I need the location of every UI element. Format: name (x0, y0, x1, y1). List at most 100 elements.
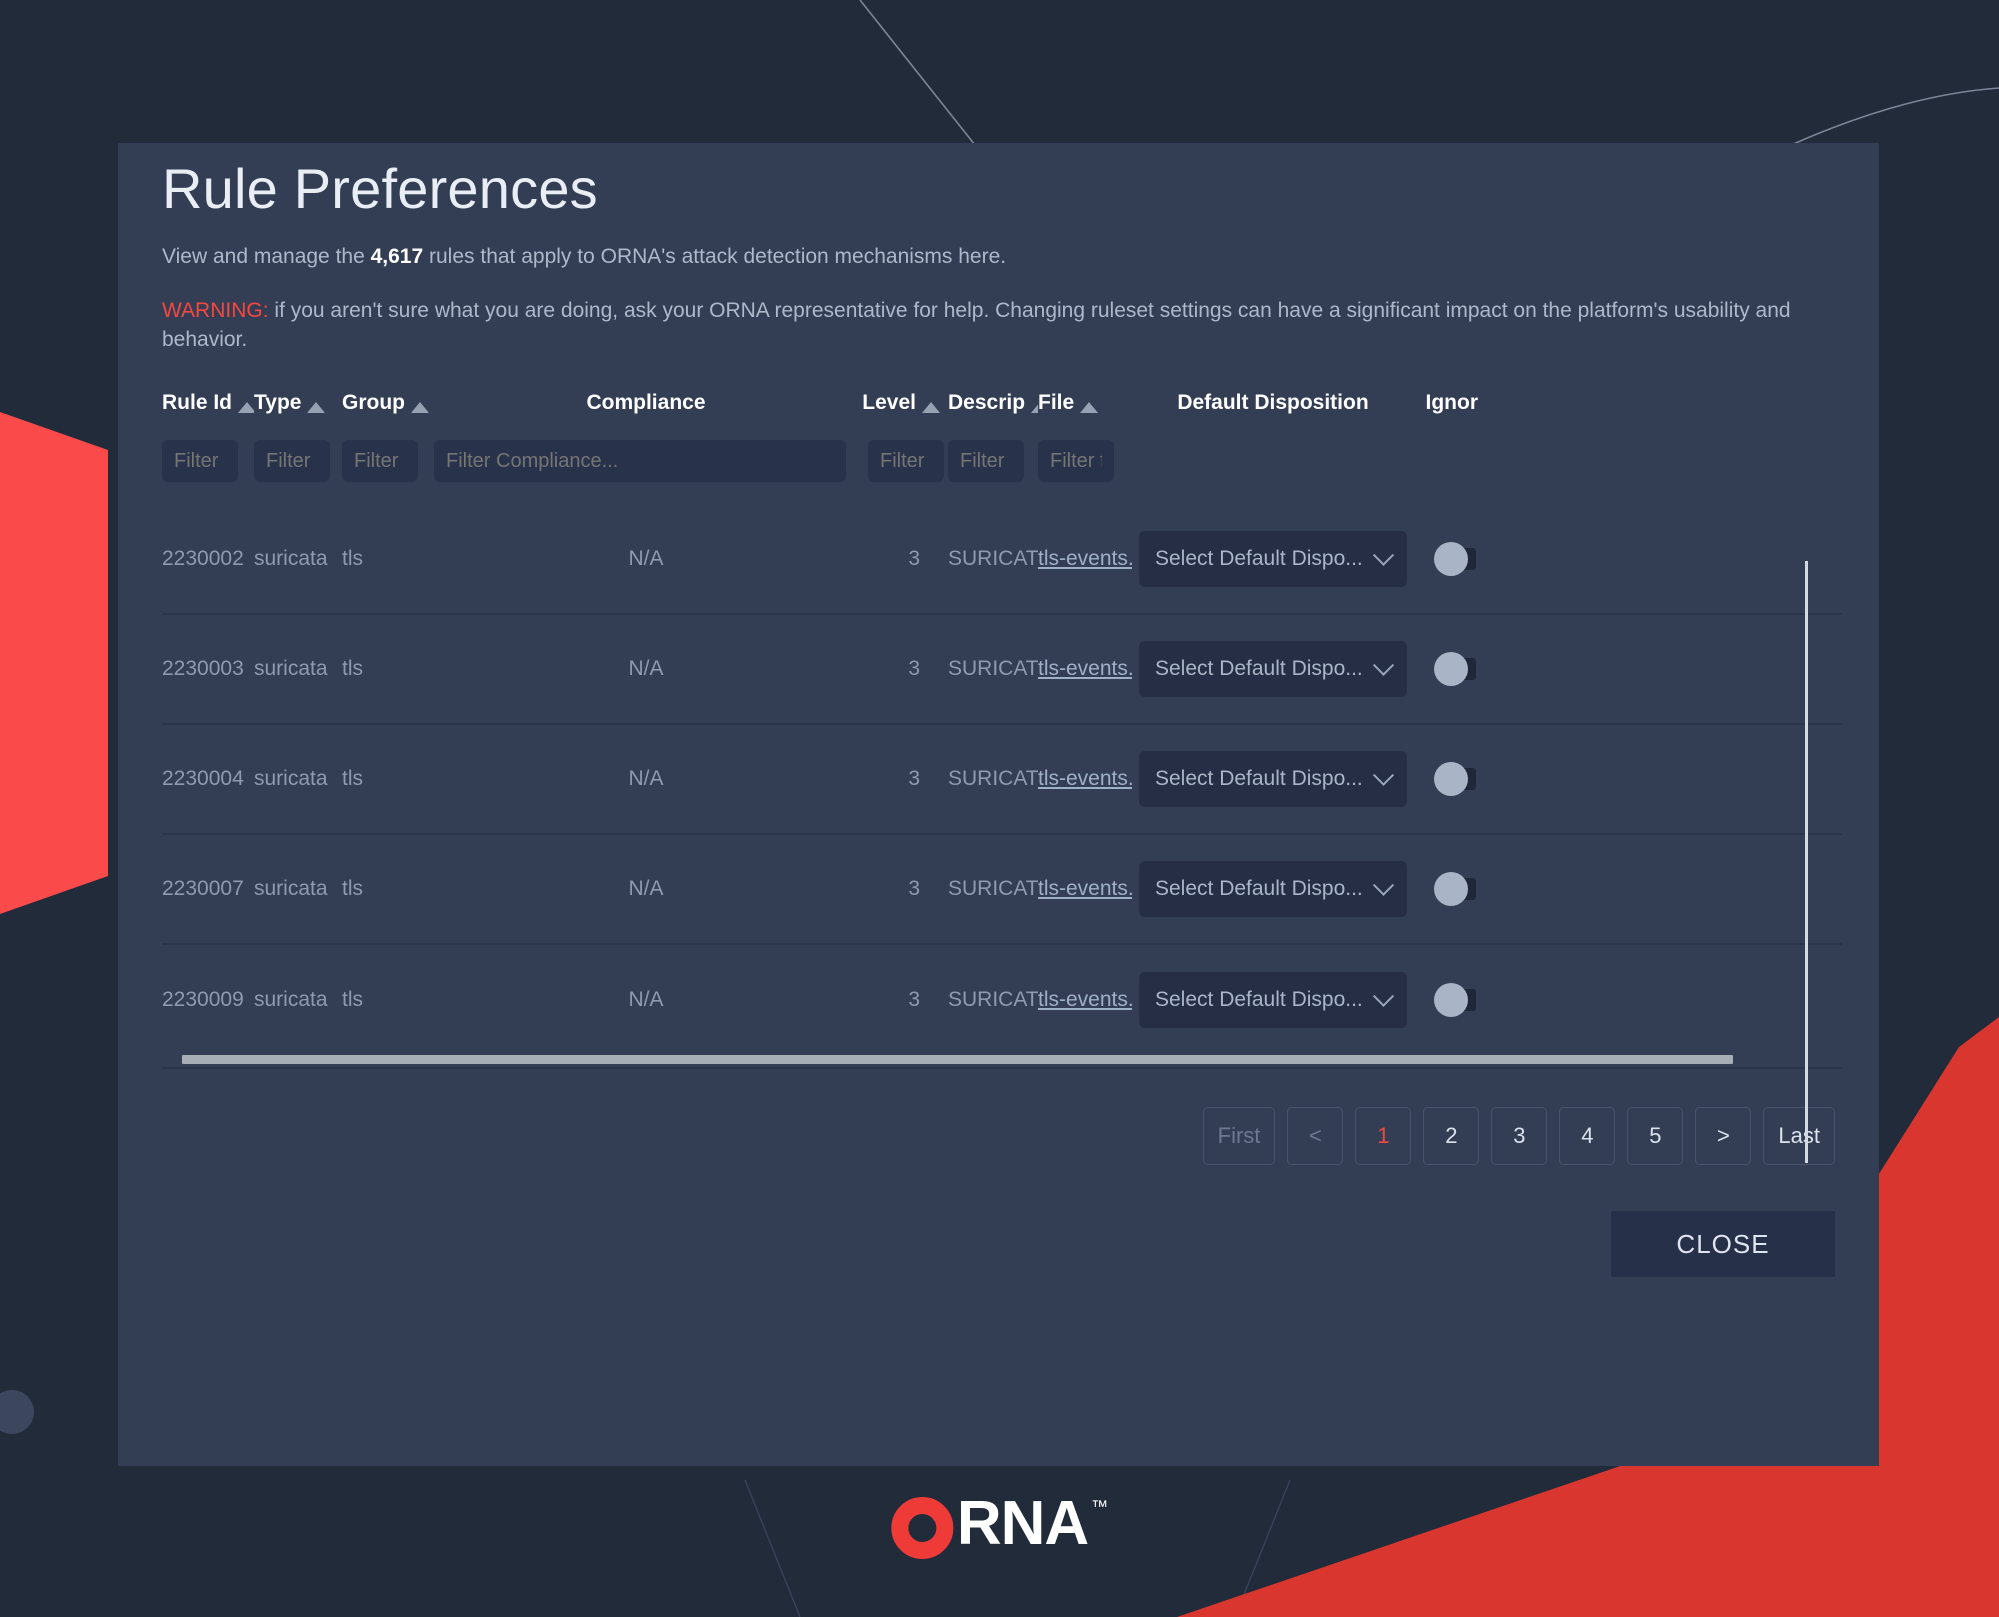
subtitle-after: rules that apply to ORNA's attack detect… (423, 245, 1007, 268)
column-label: File (1038, 391, 1075, 415)
subtitle: View and manage the 4,617 rules that app… (162, 243, 1879, 271)
pagination-first-button[interactable]: First (1202, 1107, 1276, 1166)
pagination-page-4[interactable]: 4 (1559, 1107, 1616, 1166)
table-row: 2230009 suricata tls N/A 3 SURICAT. tls-… (162, 945, 1842, 1055)
sort-ascending-icon[interactable] (922, 401, 940, 413)
filter-input-rule-id[interactable] (162, 440, 238, 483)
table-vertical-scrollbar[interactable] (1805, 561, 1808, 1164)
decor-circle-left (0, 1390, 34, 1434)
cell-compliance: N/A (628, 657, 664, 681)
default-disposition-select[interactable]: Select Default Dispo... (1139, 861, 1407, 918)
default-disposition-value: Select Default Dispo... (1155, 547, 1363, 571)
warning-text: WARNING: if you aren't sure what you are… (162, 297, 1822, 355)
sort-ascending-icon[interactable] (1031, 401, 1038, 413)
cell-rule-id: 2230003 (162, 657, 244, 681)
chevron-down-icon (1372, 764, 1395, 786)
ignore-toggle[interactable] (1434, 652, 1478, 687)
cell-file[interactable]: tls-events. (1038, 988, 1132, 1012)
pagination-page-2[interactable]: 2 (1423, 1107, 1480, 1166)
column-header-compliance[interactable]: Compliance (434, 391, 858, 415)
default-disposition-select[interactable]: Select Default Dispo... (1139, 531, 1407, 588)
filter-cell-description (948, 440, 1038, 483)
default-disposition-select[interactable]: Select Default Dispo... (1139, 972, 1407, 1029)
table-row: 2230003 suricata tls N/A 3 SURICAT. tls-… (162, 615, 1842, 726)
column-header-level[interactable]: Level (858, 391, 948, 415)
column-header-rule-id[interactable]: Rule Id (162, 391, 254, 415)
file-link[interactable]: tls-events. (1038, 988, 1132, 1011)
filter-input-type[interactable] (254, 440, 330, 483)
table-horizontal-scrollbar[interactable] (162, 1055, 1842, 1070)
column-header-type[interactable]: Type (254, 391, 342, 415)
ignore-toggle[interactable] (1434, 542, 1478, 577)
pagination-page-1[interactable]: 1 (1355, 1107, 1412, 1166)
cell-ignore (1414, 762, 1478, 797)
file-link[interactable]: tls-events. (1038, 657, 1132, 680)
horizontal-scroll-thumb[interactable] (182, 1055, 1733, 1065)
filter-cell-group (342, 440, 434, 483)
default-disposition-select[interactable]: Select Default Dispo... (1139, 751, 1407, 808)
orna-logo: RNA ™ (890, 1489, 1109, 1559)
column-header-group[interactable]: Group (342, 391, 434, 415)
table-bottom-divider (162, 1067, 1842, 1070)
cell-ignore (1414, 542, 1478, 577)
file-link[interactable]: tls-events. (1038, 877, 1132, 900)
default-disposition-value: Select Default Dispo... (1155, 988, 1363, 1012)
cell-description: SURICAT. (948, 657, 1038, 681)
cell-default-disposition: Select Default Dispo... (1132, 641, 1414, 698)
decor-line-bottom-right (1234, 1479, 1291, 1617)
filter-input-description[interactable] (948, 440, 1024, 483)
logo-text: RNA (956, 1489, 1089, 1558)
filter-input-compliance[interactable] (434, 440, 846, 483)
file-link[interactable]: tls-events. (1038, 547, 1132, 570)
cell-type: suricata (254, 988, 328, 1012)
cell-file[interactable]: tls-events. (1038, 767, 1132, 791)
chevron-down-icon (1372, 544, 1395, 566)
cell-ignore (1414, 872, 1478, 907)
sort-ascending-icon[interactable] (238, 401, 254, 413)
cell-file[interactable]: tls-events. (1038, 657, 1132, 681)
pagination-last-button[interactable]: Last (1763, 1107, 1835, 1166)
pagination-page-5[interactable]: 5 (1627, 1107, 1684, 1166)
ignore-toggle[interactable] (1434, 872, 1478, 907)
column-label: Descrip (948, 391, 1026, 415)
cell-level: 3 (908, 657, 920, 681)
filter-input-file[interactable] (1038, 440, 1114, 483)
column-header-default-disposition[interactable]: Default Disposition (1132, 391, 1414, 415)
warning-label: WARNING: (162, 299, 269, 323)
warning-body: if you aren't sure what you are doing, a… (162, 299, 1791, 352)
default-disposition-select[interactable]: Select Default Dispo... (1139, 641, 1407, 698)
ignore-toggle[interactable] (1434, 762, 1478, 797)
column-header-file[interactable]: File (1038, 391, 1132, 415)
filter-input-level[interactable] (868, 440, 944, 483)
sort-ascending-icon[interactable] (411, 401, 429, 413)
app-root: Rule Preferences View and manage the 4,6… (0, 0, 1999, 1617)
sort-ascending-icon[interactable] (307, 401, 326, 413)
column-header-description[interactable]: Descrip (948, 391, 1038, 415)
cell-compliance: N/A (628, 988, 664, 1012)
pagination-next-button[interactable]: > (1695, 1107, 1752, 1166)
chevron-down-icon (1372, 874, 1395, 896)
file-link[interactable]: tls-events. (1038, 767, 1132, 790)
cell-description: SURICAT. (948, 767, 1038, 791)
pagination-prev-button[interactable]: < (1287, 1107, 1344, 1166)
ignore-toggle[interactable] (1434, 983, 1478, 1018)
table-body: 2230002 suricata tls N/A 3 SURICAT. tls-… (162, 505, 1842, 1055)
close-button[interactable]: CLOSE (1611, 1211, 1835, 1278)
subtitle-before: View and manage the (162, 245, 371, 268)
pagination-page-3[interactable]: 3 (1491, 1107, 1548, 1166)
cell-group: tls (342, 988, 363, 1012)
column-header-ignore[interactable]: Ignor (1414, 391, 1479, 415)
filter-cell-file (1038, 440, 1132, 483)
cell-default-disposition: Select Default Dispo... (1132, 751, 1414, 808)
chevron-down-icon (1372, 985, 1395, 1007)
cell-ignore (1414, 652, 1478, 687)
logo-trademark: ™ (1091, 1497, 1109, 1516)
default-disposition-value: Select Default Dispo... (1155, 657, 1363, 681)
filter-cell-type (254, 440, 342, 483)
cell-file[interactable]: tls-events. (1038, 877, 1132, 901)
sort-ascending-icon[interactable] (1080, 401, 1099, 413)
cell-file[interactable]: tls-events. (1038, 547, 1132, 571)
default-disposition-value: Select Default Dispo... (1155, 767, 1363, 791)
filter-input-group[interactable] (342, 440, 418, 483)
cell-description: SURICAT. (948, 547, 1038, 571)
